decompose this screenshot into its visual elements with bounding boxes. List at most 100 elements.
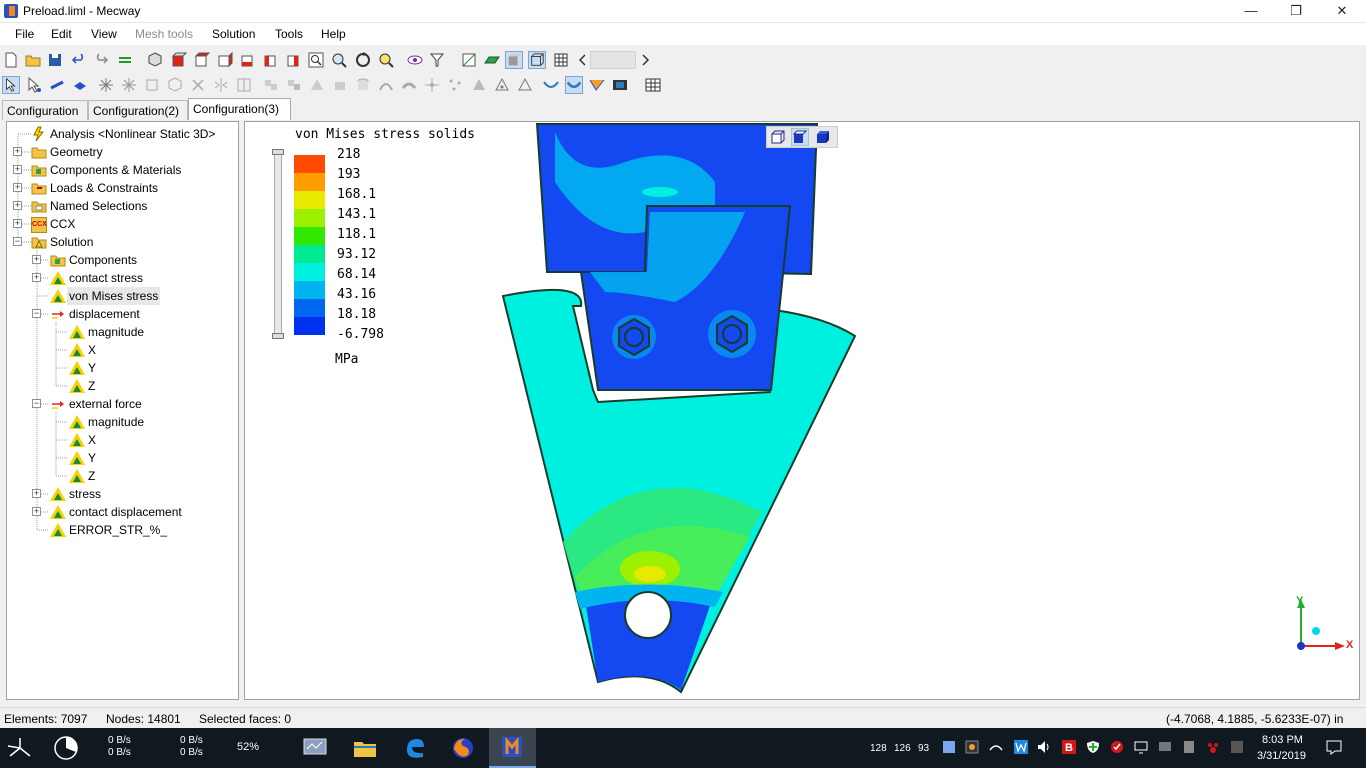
contour-icon[interactable] — [588, 76, 606, 94]
menu-edit[interactable]: Edit — [51, 27, 72, 41]
select-face-icon[interactable] — [71, 76, 89, 94]
restore-button[interactable]: ❐ — [1273, 0, 1319, 22]
refine-icon[interactable] — [285, 76, 303, 94]
nodes-icon[interactable] — [423, 76, 441, 94]
view-right-icon[interactable] — [238, 51, 256, 69]
tray-b-icon[interactable]: B — [1062, 740, 1076, 754]
expand-icon[interactable]: + — [13, 165, 22, 174]
revolve-icon[interactable] — [308, 76, 326, 94]
shell-icon[interactable] — [542, 76, 560, 94]
view-left-icon[interactable] — [215, 51, 233, 69]
tree-item-ccx[interactable]: + CCX CCX — [7, 215, 238, 233]
shaded-cube-icon[interactable] — [791, 128, 809, 146]
expand-icon[interactable]: + — [32, 507, 41, 516]
view-bottom-icon[interactable] — [284, 51, 302, 69]
tree-item-external-force[interactable]: − external force — [7, 395, 238, 413]
project-icon[interactable] — [470, 76, 488, 94]
tray-antivirus-icon[interactable] — [1110, 740, 1124, 754]
surface-shaded-icon[interactable] — [483, 51, 501, 69]
fit-view-icon[interactable] — [377, 51, 395, 69]
wireframe-cube-icon[interactable] — [769, 128, 787, 146]
bend-icon[interactable] — [400, 76, 418, 94]
save-icon[interactable] — [46, 51, 64, 69]
toolbar-scroll-track[interactable] — [590, 51, 636, 69]
solid-view-icon[interactable] — [505, 51, 523, 69]
file-explorer-icon[interactable] — [353, 737, 377, 759]
animation-icon[interactable] — [611, 76, 629, 94]
scatter-icon[interactable] — [446, 76, 464, 94]
select-filter-icon[interactable] — [428, 51, 446, 69]
tree-item-components[interactable]: + Components — [7, 251, 238, 269]
menu-view[interactable]: View — [91, 27, 117, 41]
tree-item-ef-x[interactable]: X — [7, 431, 238, 449]
merge-icon[interactable] — [262, 76, 280, 94]
monitor-app-icon[interactable] — [303, 737, 327, 759]
expand-icon[interactable]: + — [13, 201, 22, 210]
edge-browser-icon[interactable] — [403, 736, 427, 760]
tree-item-contact-displacement[interactable]: + contact displacement — [7, 503, 238, 521]
tray-network-icon[interactable] — [989, 740, 1003, 754]
menu-solution[interactable]: Solution — [212, 27, 255, 41]
firefox-icon[interactable] — [451, 736, 475, 760]
start-icon[interactable] — [4, 734, 36, 762]
shell-thick-icon[interactable] — [565, 76, 583, 94]
tree-item-solution[interactable]: − Solution — [7, 233, 238, 251]
solid-cube-icon[interactable] — [814, 128, 832, 146]
tree-item-error-str[interactable]: ERROR_STR_%_ — [7, 521, 238, 539]
rotate-icon[interactable] — [354, 51, 372, 69]
select-node-icon[interactable] — [25, 76, 43, 94]
tab-configuration-2[interactable]: Configuration(2) — [88, 100, 188, 120]
delete-icon[interactable] — [189, 76, 207, 94]
tray-monitor-icon[interactable] — [1158, 740, 1172, 754]
menu-file[interactable]: File — [15, 27, 34, 41]
square-icon[interactable] — [143, 76, 161, 94]
volume-icon[interactable] — [1037, 740, 1051, 754]
open-folder-icon[interactable] — [24, 51, 42, 69]
menu-help[interactable]: Help — [321, 27, 346, 41]
new-file-icon[interactable] — [2, 51, 20, 69]
fea-model[interactable] — [245, 122, 1359, 699]
tree-item-displacement[interactable]: − displacement — [7, 305, 238, 323]
notification-icon[interactable] — [1326, 739, 1342, 755]
wireframe-view-icon[interactable] — [528, 51, 546, 69]
scroll-right-icon[interactable] — [636, 51, 654, 69]
equals-icon[interactable] — [116, 51, 134, 69]
zoom-window-icon[interactable] — [307, 51, 325, 69]
tree-item-disp-magnitude[interactable]: magnitude — [7, 323, 238, 341]
expand-icon[interactable]: + — [13, 147, 22, 156]
tray-wrench-icon[interactable] — [965, 740, 979, 754]
tab-configuration-3[interactable]: Configuration(3) — [188, 98, 291, 120]
sweep-icon[interactable] — [377, 76, 395, 94]
tab-configuration[interactable]: Configuration — [2, 100, 88, 120]
iso-view-icon[interactable] — [146, 51, 164, 69]
tree-item-stress[interactable]: + stress — [7, 485, 238, 503]
triangle-icon[interactable] — [493, 76, 511, 94]
view-front-icon[interactable] — [169, 51, 187, 69]
tree-item-loads-constraints[interactable]: + Loads & Constraints — [7, 179, 238, 197]
triangle-outline-icon[interactable] — [516, 76, 534, 94]
select-pointer-icon[interactable] — [2, 76, 20, 94]
mesh-view-icon[interactable] — [552, 51, 570, 69]
cube-icon[interactable] — [166, 76, 184, 94]
zoom-icon[interactable] — [330, 51, 348, 69]
split-icon[interactable] — [235, 76, 253, 94]
tree-item-geometry[interactable]: + Geometry — [7, 143, 238, 161]
collapse-icon[interactable]: − — [13, 237, 22, 246]
tray-app-icon[interactable] — [942, 740, 956, 754]
tree-item-disp-z[interactable]: Z — [7, 377, 238, 395]
table-icon[interactable] — [644, 76, 662, 94]
undo-icon[interactable] — [70, 51, 88, 69]
view-back-icon[interactable] — [192, 51, 210, 69]
tree-item-ef-magnitude[interactable]: magnitude — [7, 413, 238, 431]
tree-item-disp-y[interactable]: Y — [7, 359, 238, 377]
tree-item-ef-z[interactable]: Z — [7, 467, 238, 485]
tree-item-named-selections[interactable]: + Named Selections — [7, 197, 238, 215]
explode-icon[interactable] — [97, 76, 115, 94]
mirror-icon[interactable] — [212, 76, 230, 94]
expand-icon[interactable]: + — [32, 273, 41, 282]
tray-w-icon[interactable] — [1014, 740, 1028, 754]
tree-item-disp-x[interactable]: X — [7, 341, 238, 359]
view-top-icon[interactable] — [261, 51, 279, 69]
tree-item-von-mises-stress[interactable]: von Mises stress — [7, 287, 238, 305]
select-edge-icon[interactable] — [48, 76, 66, 94]
